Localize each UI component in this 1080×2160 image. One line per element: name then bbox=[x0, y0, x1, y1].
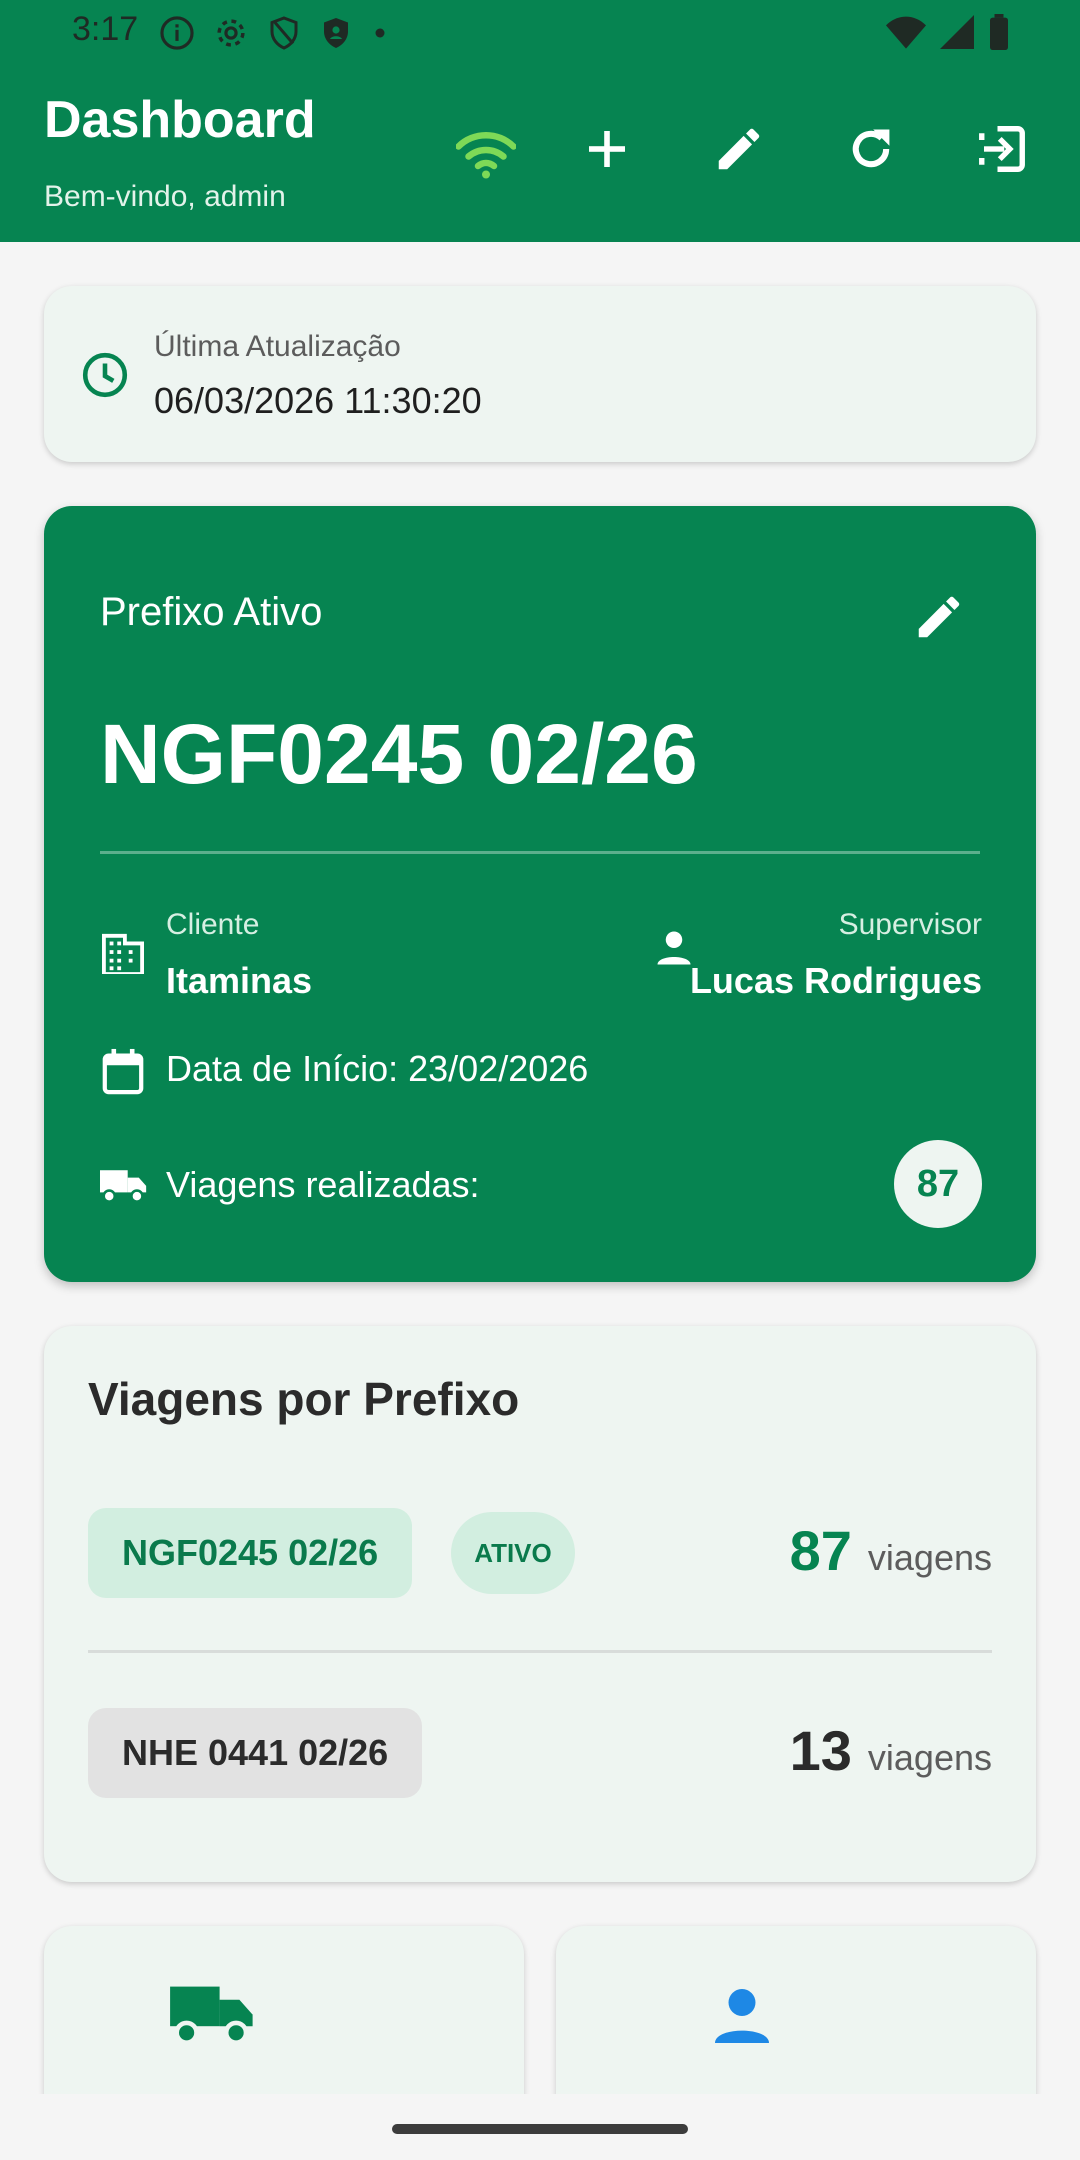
last-update-value: 06/03/2026 11:30:20 bbox=[154, 380, 482, 421]
trips-label: Viagens realizadas: bbox=[166, 1164, 480, 1205]
refresh-icon bbox=[852, 129, 890, 168]
divider bbox=[100, 851, 980, 854]
prefix-row[interactable]: NHE 0441 02/26 13 viagens bbox=[88, 1708, 992, 1798]
person-icon bbox=[715, 1989, 769, 2043]
edit-icon bbox=[918, 596, 960, 638]
toolbar bbox=[0, 120, 1080, 200]
cliente-label: Cliente bbox=[166, 908, 260, 941]
edit-icon bbox=[718, 128, 760, 170]
notification-dot-icon bbox=[375, 28, 385, 38]
home-gesture-handle[interactable] bbox=[392, 2124, 688, 2134]
supervisor-label: Supervisor bbox=[838, 908, 982, 941]
active-prefix-card: Prefixo Ativo NGF0245 02/26 Cliente Itam… bbox=[44, 506, 1036, 1282]
info-icon bbox=[160, 16, 194, 50]
clock-icon bbox=[82, 352, 128, 398]
status-time: 3:17 bbox=[72, 10, 139, 48]
cliente-value: Itaminas bbox=[166, 960, 313, 1001]
active-prefix-value: NGF0245 02/26 bbox=[100, 707, 698, 801]
truck-icon bbox=[170, 1986, 253, 2046]
truck-icon bbox=[100, 1170, 147, 1203]
last-update-card: Última Atualização 06/03/2026 11:30:20 bbox=[44, 286, 1036, 462]
status-icons-right bbox=[886, 14, 1010, 50]
edit-active-prefix-button[interactable] bbox=[912, 590, 966, 649]
trip-count-unit: viagens bbox=[867, 1737, 992, 1778]
system-nav-bar bbox=[0, 2094, 1080, 2160]
battery-icon bbox=[990, 14, 1008, 50]
trip-count-number: 87 bbox=[789, 1519, 852, 1582]
cell-signal-icon bbox=[940, 15, 974, 49]
trips-count-badge: 87 bbox=[894, 1140, 982, 1228]
section-title: Viagens por Prefixo bbox=[88, 1373, 520, 1425]
settings-icon bbox=[217, 19, 245, 47]
active-prefix-label: Prefixo Ativo bbox=[100, 590, 323, 634]
shield-outline-icon bbox=[270, 16, 298, 50]
logout-button[interactable] bbox=[966, 113, 1038, 185]
calendar-icon bbox=[102, 1048, 144, 1095]
wifi-signal-icon bbox=[886, 16, 926, 49]
status-bar: 3:17 bbox=[0, 0, 1080, 66]
status-badge: ATIVO bbox=[451, 1512, 575, 1594]
logout-icon bbox=[979, 126, 1025, 172]
prefix-chip: NGF0245 02/26 bbox=[88, 1508, 413, 1598]
start-date: Data de Início: 23/02/2026 bbox=[166, 1048, 589, 1089]
supervisor-value: Lucas Rodrigues bbox=[689, 960, 982, 1001]
add-button[interactable] bbox=[571, 113, 643, 185]
edit-button[interactable] bbox=[703, 113, 775, 185]
trip-count-number: 13 bbox=[789, 1719, 852, 1782]
building-icon bbox=[102, 933, 144, 974]
trips-by-prefix-card: Viagens por Prefixo NGF0245 02/26 ATIVO … bbox=[44, 1326, 1036, 1882]
refresh-button[interactable] bbox=[835, 113, 907, 185]
last-update-label: Última Atualização bbox=[154, 330, 401, 363]
prefix-chip: NHE 0441 02/26 bbox=[88, 1708, 423, 1798]
add-icon bbox=[589, 131, 625, 167]
trip-count-unit: viagens bbox=[867, 1537, 992, 1578]
trip-count: 87 viagens bbox=[790, 1518, 992, 1583]
shield-filled-icon bbox=[324, 18, 348, 48]
status-icons-left bbox=[158, 14, 390, 52]
wifi-icon[interactable] bbox=[450, 118, 522, 190]
prefix-row[interactable]: NGF0245 02/26 ATIVO 87 viagens bbox=[88, 1508, 992, 1598]
trip-count: 13 viagens bbox=[790, 1718, 992, 1783]
divider bbox=[88, 1650, 992, 1653]
app-bar: 3:17 Dashboard Bem-vindo, admin bbox=[0, 0, 1080, 242]
